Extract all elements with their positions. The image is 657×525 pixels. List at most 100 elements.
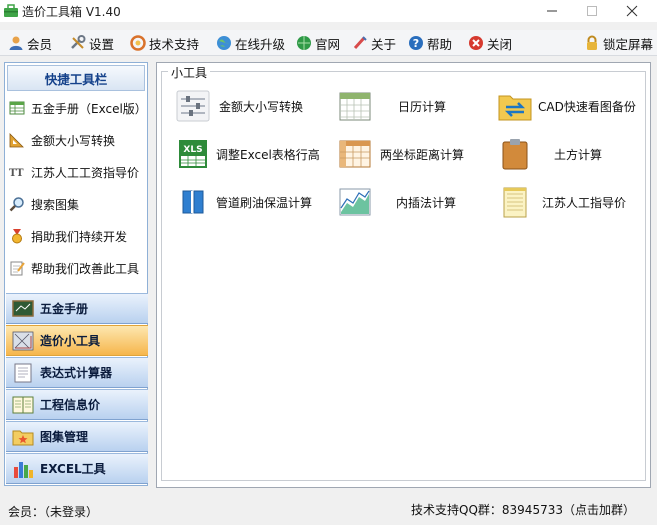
close-button[interactable]: 关闭	[468, 33, 512, 53]
tool-label: 内插法计算	[396, 195, 457, 210]
clipboard-icon	[502, 139, 528, 170]
nav-atlas-management[interactable]: 图集管理	[6, 421, 148, 452]
tool-pipe-paint-insulation[interactable]: 管道刷油保温计算	[176, 184, 326, 220]
help-icon: ?	[409, 36, 423, 50]
tool-label: 两坐标距离计算	[380, 147, 465, 162]
lock-screen-button[interactable]: 锁定屏幕	[584, 33, 653, 53]
tool-jiangsu-labor-guide[interactable]: 江苏人工指导价	[498, 184, 638, 220]
tool-adjust-excel-row-height[interactable]: XLS 调整Excel表格行高	[176, 136, 326, 172]
website-icon	[297, 36, 311, 50]
website-button[interactable]: 官网	[296, 33, 340, 53]
online-upgrade-label: 在线升级	[235, 36, 286, 52]
tool-label: 日历计算	[398, 99, 447, 114]
grid-table-icon	[339, 140, 371, 168]
bar-chart-icon	[14, 461, 33, 478]
qq-group-link[interactable]: 技术支持QQ群：83945733（点击加群）	[411, 501, 635, 518]
quick-item-label: 搜索图集	[31, 197, 80, 212]
nav-hardware-manual[interactable]: 五金手册	[6, 293, 148, 324]
about-label: 关于	[371, 36, 397, 52]
svg-text:XLS: XLS	[183, 145, 202, 155]
tool-calendar-calc[interactable]: 日历计算	[338, 88, 478, 124]
sliders-icon	[176, 90, 210, 122]
quick-item-donate[interactable]: 捐助我们持续开发	[9, 225, 147, 247]
settings-label: 设置	[89, 36, 115, 52]
magnifier-icon	[9, 197, 24, 212]
calendar-icon	[339, 92, 371, 121]
minimize-button[interactable]	[532, 0, 572, 22]
quick-item-amount-case-convert[interactable]: 金额大小写转换	[9, 129, 147, 151]
settings-button[interactable]: 设置	[70, 33, 114, 53]
tech-support-button[interactable]: 技术支持	[130, 33, 199, 53]
group-title: 小工具	[168, 64, 211, 81]
tool-label: 调整Excel表格行高	[216, 147, 320, 162]
nav-cost-tools[interactable]: 造价小工具	[6, 325, 148, 356]
tool-interpolation-calc[interactable]: 内插法计算	[338, 184, 478, 220]
member-label: 会员	[27, 36, 53, 52]
quick-item-feedback[interactable]: 帮助我们改善此工具	[9, 257, 147, 279]
quick-item-hardware-manual-excel[interactable]: 五金手册（Excel版）	[9, 97, 147, 119]
book-icon	[182, 190, 204, 214]
document-icon	[14, 363, 32, 382]
xls-icon: XLS	[179, 140, 207, 168]
app-toolbox-icon	[4, 4, 18, 17]
tech-support-label: 技术支持	[149, 36, 200, 52]
tool-label: 江苏人工指导价	[542, 195, 627, 210]
nav-excel-tools[interactable]: EXCEL工具	[6, 453, 148, 484]
nav-label: 图集管理	[40, 430, 89, 444]
tool-label: CAD快速看图备份	[538, 99, 636, 114]
tool-earthwork-calc[interactable]: 土方计算	[498, 136, 638, 172]
svg-text:TT: TT	[9, 168, 24, 179]
help-label: 帮助	[427, 36, 453, 52]
quick-item-label: 五金手册（Excel版）	[31, 101, 147, 116]
online-upgrade-button[interactable]: 在线升级	[216, 33, 285, 53]
quick-item-label: 江苏人工工资指导价	[31, 165, 140, 180]
sidebar: 快捷工具栏 五金手册（Excel版） 金额大小写转换 TT 江苏人工工资指导价 …	[4, 62, 148, 486]
maximize-icon	[587, 6, 597, 16]
quick-item-search-atlas[interactable]: 搜索图集	[9, 193, 147, 215]
close-label: 关闭	[487, 36, 513, 52]
padlock-icon	[587, 35, 597, 50]
quick-item-label: 金额大小写转换	[31, 133, 116, 148]
maximize-button[interactable]	[572, 0, 612, 22]
member-status: 会员：（未登录）	[8, 505, 99, 519]
lined-paper-icon	[503, 187, 527, 218]
small-tools-group: 小工具 金额大小写转换 日历计算 CAD快速看图备份 XLS 调整Excel表格…	[161, 64, 646, 481]
medal-icon	[12, 229, 22, 244]
tool-amount-case-convert[interactable]: 金额大小写转换	[176, 88, 326, 124]
table-icon	[9, 101, 25, 115]
drafting-icon	[12, 331, 34, 350]
about-button[interactable]: 关于	[352, 33, 396, 53]
nav-label: 表达式计算器	[40, 366, 113, 380]
wrench-icon	[71, 35, 86, 49]
tool-cad-backup[interactable]: CAD快速看图备份	[498, 88, 638, 124]
user-icon	[9, 36, 23, 50]
star-folder-icon	[12, 430, 34, 445]
sync-folder-icon	[498, 95, 532, 121]
member-button[interactable]: 会员	[8, 33, 52, 53]
quick-item-label: 帮助我们改善此工具	[31, 261, 140, 276]
area-chart-icon	[339, 188, 371, 216]
window-close-button[interactable]	[612, 0, 652, 22]
text-icon: TT	[9, 168, 24, 179]
quick-item-jiangsu-wage-guide[interactable]: TT 江苏人工工资指导价	[9, 161, 147, 183]
quick-item-label: 捐助我们持续开发	[31, 229, 128, 244]
notepad-icon	[10, 261, 25, 276]
support-icon	[130, 35, 146, 51]
website-label: 官网	[315, 36, 341, 52]
nav-expression-calculator[interactable]: 表达式计算器	[6, 357, 148, 388]
status-bar: 会员：（未登录） 技术支持QQ群：83945733（点击加群）	[0, 496, 657, 525]
blackboard-icon	[12, 299, 34, 317]
tool-two-point-distance[interactable]: 两坐标距离计算	[338, 136, 478, 172]
ledger-icon	[12, 396, 34, 413]
minimize-icon	[547, 10, 557, 12]
about-icon	[353, 36, 367, 50]
quick-toolbar-header: 快捷工具栏	[7, 65, 145, 91]
globe-icon	[217, 36, 231, 50]
main-panel: 小工具 金额大小写转换 日历计算 CAD快速看图备份 XLS 调整Excel表格…	[156, 62, 651, 488]
tool-label: 金额大小写转换	[219, 99, 304, 114]
close-icon	[469, 36, 483, 50]
nav-project-price-info[interactable]: 工程信息价	[6, 389, 148, 420]
help-button[interactable]: ? 帮助	[408, 33, 452, 53]
lock-screen-label: 锁定屏幕	[603, 36, 654, 52]
nav-label: 五金手册	[40, 302, 89, 316]
